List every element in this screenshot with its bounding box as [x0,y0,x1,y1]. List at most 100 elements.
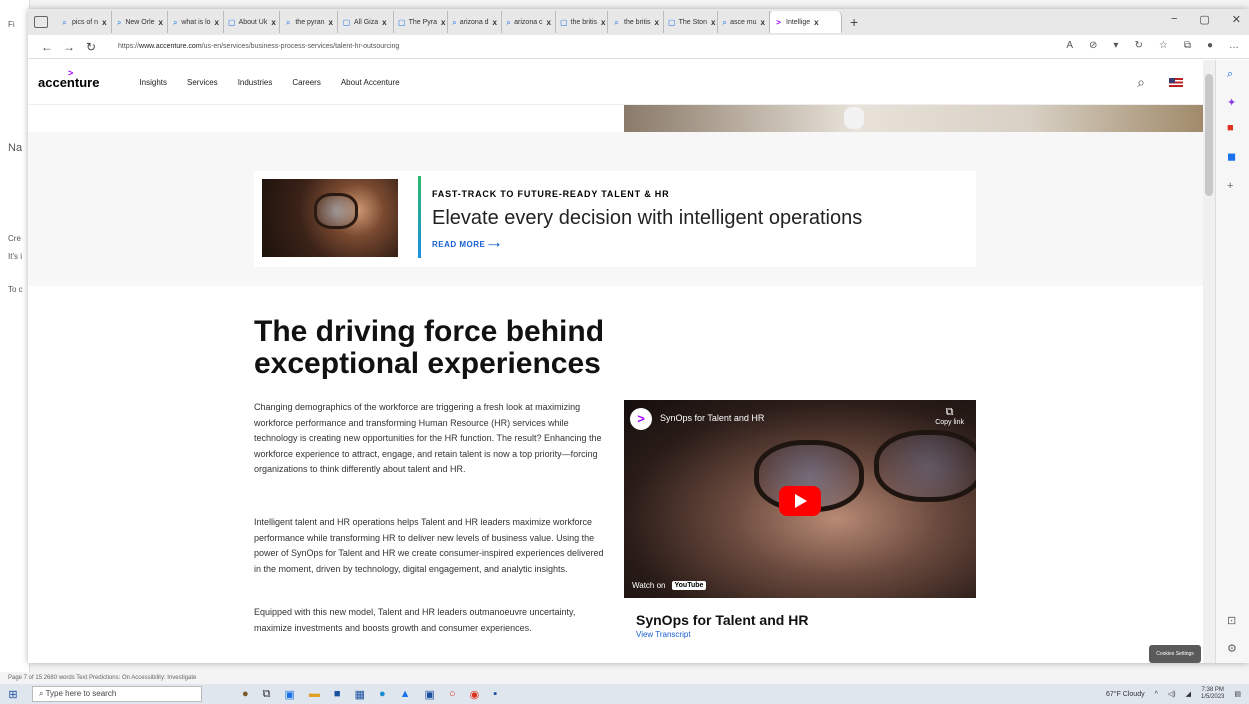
copy-link-button[interactable]: ⧉ Copy link [935,406,964,426]
forward-icon[interactable]: → [58,40,80,54]
close-tab-icon[interactable]: x [711,18,715,27]
more-icon[interactable]: … [1229,40,1239,51]
browser-tab[interactable]: > Intellige x [770,11,842,33]
nav-item-insights[interactable]: Insights [139,78,167,87]
search-icon: ⌕ [506,17,511,27]
mail-icon[interactable]: ▲ [400,688,411,701]
close-tab-icon[interactable]: x [271,18,275,27]
network-icon[interactable]: ◢ [1186,690,1191,698]
view-transcript-link[interactable]: View Transcript [636,630,691,639]
nav-item-careers[interactable]: Careers [292,78,320,87]
close-tab-icon[interactable]: x [382,18,386,27]
extension-icon[interactable]: ▾ [1113,40,1118,51]
refresh-icon[interactable]: ↻ [80,40,102,54]
taskbar-search-input[interactable]: ⌕ Type here to search [32,686,202,702]
close-tab-icon[interactable]: x [102,18,106,27]
volume-icon[interactable]: ◁) [1168,690,1176,698]
tracking-icon[interactable]: ⊘ [1089,40,1097,51]
nav-item-services[interactable]: Services [187,78,218,87]
nav-item-industries[interactable]: Industries [238,78,273,87]
page-scrollbar[interactable] [1203,60,1215,663]
windows-taskbar: ⊞ ⌕ Type here to search ● ⧉ ▣ ▬ ■ ▦ ● ▲ … [0,684,1249,704]
word-icon[interactable]: ▣ [285,688,295,701]
search-icon[interactable]: ⌕ [1137,74,1145,91]
accenture-logo[interactable]: > accenture [38,68,99,90]
edge-icon[interactable]: ● [379,688,386,701]
file-explorer-icon[interactable]: ▬ [309,688,320,701]
window-controls: − ▢ ✕ [1171,13,1241,26]
profile-icon[interactable]: ● [1207,40,1213,51]
add-icon[interactable]: + [1227,180,1233,192]
browser-tab[interactable]: ⌕ pics of nx [56,11,112,33]
read-aloud-icon[interactable]: A [1066,40,1073,51]
play-button[interactable] [779,486,821,516]
sidebar-toggle-icon[interactable]: ⊡ [1227,614,1236,627]
outlook-icon[interactable]: ▪ [493,688,497,701]
close-tab-icon[interactable]: x [329,18,333,27]
word-label: Cre [8,234,21,243]
weather-widget-icon[interactable]: ● [242,688,249,701]
cookies-settings-button[interactable]: Cookies Settings [1149,645,1201,663]
browser-tab[interactable]: ⌕ asce mu x [718,11,770,33]
close-tab-icon[interactable]: x [654,18,658,27]
close-tab-icon[interactable]: x [601,18,605,27]
office-icon[interactable]: ○ [449,688,456,701]
notifications-icon[interactable]: ▤ [1234,690,1241,698]
close-tab-icon[interactable]: x [761,18,765,27]
chevron-up-icon[interactable]: ^ [1155,691,1158,698]
close-tab-icon[interactable]: x [159,18,163,27]
close-tab-icon[interactable]: x [814,18,818,27]
tab-list: ⌕ pics of n x ⌕ New Orle x ⌕ what is lo x ▢ About … [56,11,842,33]
new-tab-button[interactable]: + [850,14,858,30]
us-flag-icon[interactable] [1169,78,1183,87]
watch-on-youtube[interactable]: Watch on YouTube [632,581,707,590]
sparkle-icon[interactable]: ✦ [1227,96,1236,109]
windows-start-icon[interactable]: ⊞ [0,688,26,701]
close-tab-icon[interactable]: x [493,18,497,27]
tab-label: About Uk [238,18,268,26]
browser-tab[interactable]: ⌕ the pyran x [280,11,338,33]
browser-tab[interactable]: ⌕ New Orle x [112,11,168,33]
settings-icon[interactable]: ⚙ [1227,642,1237,655]
browser-tab[interactable]: ▢ All Giza x [338,11,394,33]
read-more-link[interactable]: READ MORE ⟶ [432,240,500,249]
chrome-icon[interactable]: ◉ [470,688,480,701]
url-field[interactable]: https://www.accenture.com/us-en/services… [118,43,399,50]
nav-item-about[interactable]: About Accenture [341,78,400,87]
office-icon[interactable]: ■ [1227,122,1234,134]
browser-tab[interactable]: ▢ the britis x [556,11,608,33]
maximize-icon[interactable]: ▢ [1199,13,1209,26]
close-tab-icon[interactable]: x [547,18,551,27]
video-player[interactable]: > SynOps for Talent and HR ⧉ Copy link Wa… [624,400,976,598]
browser-tab[interactable]: ▢ About Uk x [224,11,280,33]
tab-label: The Pyra [408,18,437,26]
minimize-icon[interactable]: − [1171,13,1177,26]
close-tab-icon[interactable]: x [441,18,445,27]
favorites-icon[interactable]: ☆ [1159,40,1168,51]
browser-tab[interactable]: ▢ The Pyra x [394,11,448,33]
browser-tab[interactable]: ▢ The Ston x [664,11,718,33]
video-title[interactable]: SynOps for Talent and HR [660,413,764,423]
close-icon[interactable]: ✕ [1232,13,1241,26]
clock[interactable]: 7:38 PM 1/5/2023 [1201,687,1224,701]
browser-tab[interactable]: ⌕ what is lo x [168,11,224,33]
channel-avatar-icon[interactable]: > [630,408,652,430]
search-icon[interactable]: ⌕ [1227,68,1233,81]
calendar-icon[interactable]: ▦ [355,688,365,701]
photos-icon[interactable]: ▣ [425,688,435,701]
store-icon[interactable]: ■ [334,688,341,701]
collections-icon[interactable]: ⧉ [1184,40,1191,51]
browser-tab[interactable]: ⌕ arizona c x [502,11,556,33]
tab-actions-icon[interactable] [34,16,48,28]
outlook-icon[interactable]: ◼ [1227,150,1236,163]
browser-tab[interactable]: ⌕ the britis x [608,11,664,33]
browser-tab[interactable]: ⌕ arizona d x [448,11,502,33]
back-icon[interactable]: ← [36,40,58,54]
scrollbar-thumb[interactable] [1205,74,1213,196]
task-view-icon[interactable]: ⧉ [263,688,271,701]
close-tab-icon[interactable]: x [215,18,219,27]
wiki-icon: ▢ [342,17,351,27]
refresh-icon[interactable]: ↻ [1134,40,1142,51]
weather-status[interactable]: 67°F Cloudy [1106,691,1145,698]
body-paragraph: Equipped with this new model, Talent and… [254,607,576,633]
